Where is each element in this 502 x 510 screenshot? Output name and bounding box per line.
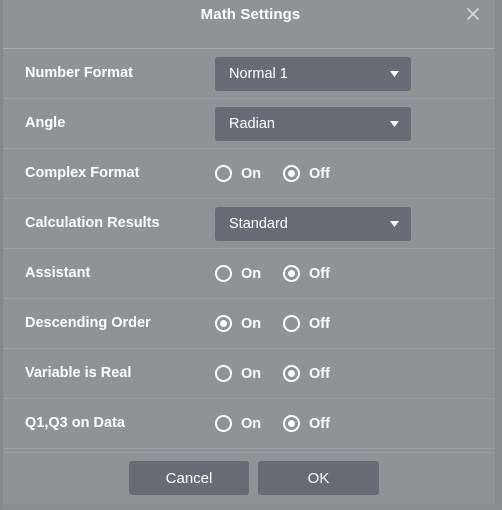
radio-complex-format-off[interactable]: Off (283, 149, 330, 198)
row-label: Angle (25, 115, 66, 131)
radio-complex-format-on[interactable]: On (215, 149, 261, 198)
settings-row-number-format: Number Format Normal 1 (3, 49, 498, 99)
radio-button-icon (215, 365, 232, 382)
radio-label: On (241, 265, 262, 282)
row-label: Calculation Results (25, 215, 160, 231)
radio-button-icon (215, 415, 232, 432)
radio-button-icon (283, 415, 300, 432)
dropdown-value: Standard (229, 216, 288, 232)
chevron-down-icon (390, 121, 399, 127)
dropdown-value: Normal 1 (229, 66, 288, 82)
dialog-title: Math Settings (200, 6, 301, 23)
dropdown-value: Radian (229, 116, 275, 132)
radio-variable-is-real-off[interactable]: Off (283, 349, 330, 398)
radio-label: On (241, 365, 262, 382)
row-label: Variable is Real (25, 365, 132, 381)
radio-variable-is-real-on[interactable]: On (215, 349, 261, 398)
radio-button-icon (283, 315, 300, 332)
cancel-button[interactable]: Cancel (129, 461, 249, 495)
dropdown-calculation-results[interactable]: Standard (215, 207, 411, 241)
dialog-titlebar: Math Settings (3, 0, 498, 49)
radio-button-icon (283, 265, 300, 282)
footer-separator (3, 452, 498, 453)
dialog-bottom-edge (3, 504, 502, 510)
radio-label: On (241, 315, 262, 332)
chevron-down-icon (390, 71, 399, 77)
radio-q1-q3-on-data-off[interactable]: Off (283, 399, 330, 448)
radio-label: Off (309, 415, 330, 432)
row-label: Q1,Q3 on Data (25, 415, 125, 431)
radio-label: Off (309, 165, 330, 182)
radio-button-icon (215, 315, 232, 332)
radio-descending-order-off[interactable]: Off (283, 299, 330, 348)
row-label: Assistant (25, 265, 91, 281)
close-icon[interactable] (461, 2, 485, 26)
radio-assistant-off[interactable]: Off (283, 249, 330, 298)
radio-q1-q3-on-data-on[interactable]: On (215, 399, 261, 448)
radio-descending-order-on[interactable]: On (215, 299, 261, 348)
math-settings-dialog: Math Settings Number Format Normal 1 Angle… (0, 0, 502, 510)
radio-label: On (241, 165, 262, 182)
chevron-down-icon (390, 221, 399, 227)
radio-label: Off (309, 365, 330, 382)
settings-row-complex-format: Complex Format On Off (3, 149, 498, 199)
radio-button-icon (283, 365, 300, 382)
settings-row-list: Number Format Normal 1 Angle Radian Complex … (3, 49, 498, 449)
settings-row-calculation-results: Calculation Results Standard (3, 199, 498, 249)
radio-button-icon (283, 165, 300, 182)
radio-button-icon (215, 165, 232, 182)
settings-row-variable-is-real: Variable is Real On Off (3, 349, 498, 399)
row-label: Descending Order (25, 315, 151, 331)
settings-row-angle: Angle Radian (3, 99, 498, 149)
ok-button[interactable]: OK (258, 461, 379, 495)
row-label: Number Format (25, 65, 133, 81)
radio-button-icon (215, 265, 232, 282)
settings-row-descending-order: Descending Order On Off (3, 299, 498, 349)
vertical-scrollbar[interactable] (495, 0, 502, 510)
radio-assistant-on[interactable]: On (215, 249, 261, 298)
radio-label: On (241, 415, 262, 432)
row-label: Complex Format (25, 165, 140, 181)
radio-label: Off (309, 315, 330, 332)
dropdown-angle[interactable]: Radian (215, 107, 411, 141)
radio-label: Off (309, 265, 330, 282)
settings-row-q1-q3-on-data: Q1,Q3 on Data On Off (3, 399, 498, 449)
settings-row-assistant: Assistant On Off (3, 249, 498, 299)
dialog-footer: Cancel OK (3, 449, 498, 510)
dropdown-number-format[interactable]: Normal 1 (215, 57, 411, 91)
